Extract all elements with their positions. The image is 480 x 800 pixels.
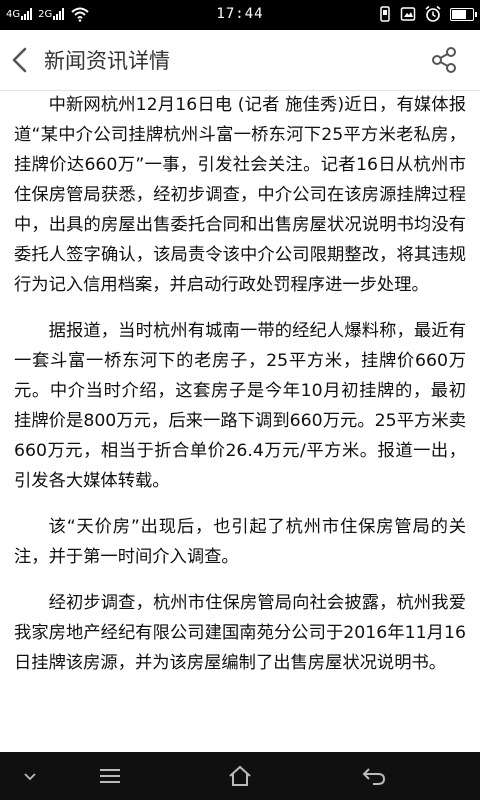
article-paragraph-4: 经初步调查，杭州市住保房管局向社会披露，杭州我爱我家房地产经纪有限公司建国南苑分… bbox=[14, 593, 466, 673]
screenshot-icon bbox=[400, 7, 416, 21]
back-arrow-icon[interactable] bbox=[4, 42, 40, 78]
back-icon bbox=[362, 768, 386, 785]
home-icon bbox=[229, 765, 251, 786]
battery-icon bbox=[450, 7, 477, 21]
nav-back-button[interactable] bbox=[344, 752, 404, 800]
nav-collapse-button[interactable] bbox=[0, 752, 60, 800]
app-header: 新闻资讯详情 bbox=[0, 30, 480, 91]
chevron-down-icon bbox=[24, 773, 36, 781]
page-title: 新闻资讯详情 bbox=[44, 49, 170, 73]
status-bar: 4G 2G 17:44 bbox=[0, 0, 480, 30]
alarm-icon bbox=[425, 5, 441, 22]
article-paragraph-1: 中新网杭州12月16日电 (记者 施佳秀)近日，有媒体报道“某中介公司挂牌杭州斗… bbox=[14, 95, 466, 295]
menu-icon bbox=[100, 769, 120, 783]
usb-debug-icon bbox=[380, 6, 390, 22]
system-nav-bar bbox=[0, 752, 480, 800]
share-icon[interactable] bbox=[430, 46, 458, 74]
article-paragraph-2: 据报道，当时杭州有城南一带的经纪人爆料称，最近有一套斗富一桥东河下的老房子，25… bbox=[14, 321, 466, 491]
status-right bbox=[378, 5, 477, 23]
article-paragraph-3: 该“天价房”出现后，也引起了杭州市住保房管局的关注，并于第一时间介入调查。 bbox=[14, 517, 466, 567]
article-body[interactable]: 中新网杭州12月16日电 (记者 施佳秀)近日，有媒体报道“某中介公司挂牌杭州斗… bbox=[0, 90, 480, 752]
nav-menu-button[interactable] bbox=[80, 752, 140, 800]
nav-home-button[interactable] bbox=[210, 752, 270, 800]
